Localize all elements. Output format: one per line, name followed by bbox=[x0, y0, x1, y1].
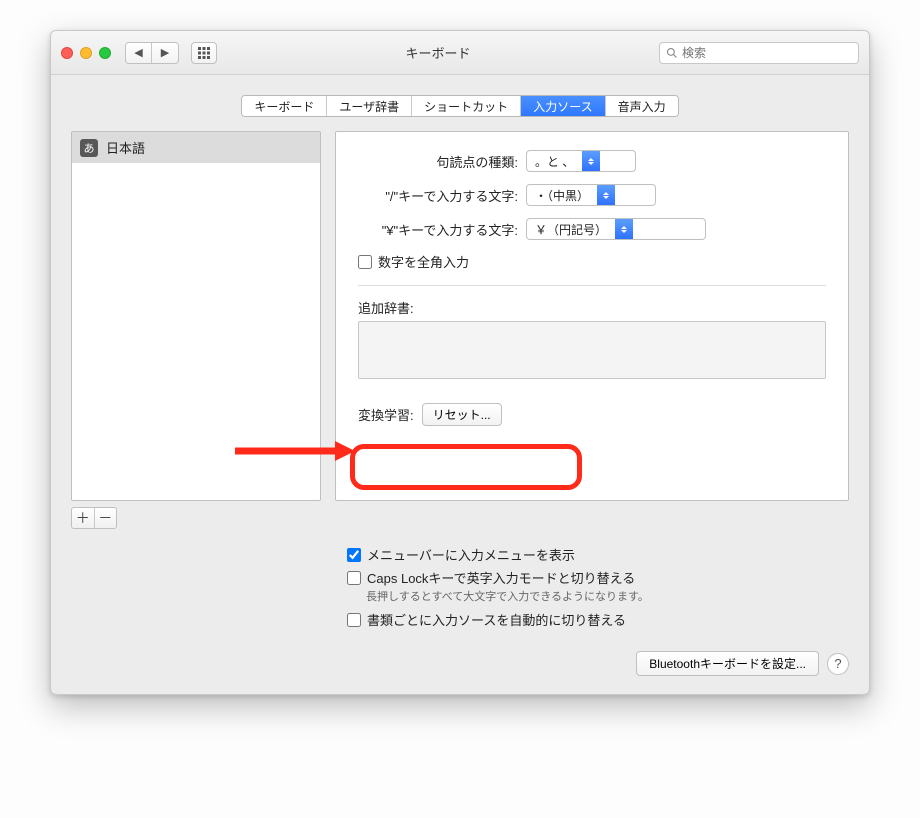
input-source-list[interactable]: あ 日本語 bbox=[71, 131, 321, 501]
sidebar-item-japanese[interactable]: あ 日本語 bbox=[72, 132, 320, 163]
chevron-updown-icon bbox=[615, 219, 633, 239]
settings-pane: 句読点の種類: 。と 、 "/"キーで入力する文字: ・（中黒） "¥"キーで入… bbox=[335, 131, 849, 501]
help-button[interactable]: ? bbox=[827, 653, 849, 675]
traffic-lights bbox=[61, 47, 111, 59]
tab-user-dict[interactable]: ユーザ辞書 bbox=[327, 96, 412, 116]
tab-bar: キーボード ユーザ辞書 ショートカット 入力ソース 音声入力 bbox=[51, 95, 869, 117]
preferences-window: ◀ ▶ キーボード キーボード ユーザ辞書 ショートカット 入力ソース 音声入力… bbox=[50, 30, 870, 695]
nav-segment: ◀ ▶ bbox=[125, 42, 179, 64]
search-field[interactable] bbox=[659, 42, 859, 64]
input-source-sidebar: あ 日本語 ＋ － bbox=[71, 131, 321, 529]
search-input[interactable] bbox=[682, 46, 852, 60]
slash-key-select[interactable]: ・（中黒） bbox=[526, 184, 656, 206]
japanese-icon: あ bbox=[80, 139, 98, 157]
caps-hint: 長押しするとすべて大文字で入力できるようになります。 bbox=[347, 588, 839, 604]
fullwidth-digits-checkbox[interactable]: 数字を全角入力 bbox=[358, 252, 826, 271]
additional-dict-box[interactable] bbox=[358, 321, 826, 379]
forward-button[interactable]: ▶ bbox=[152, 43, 178, 63]
reset-button[interactable]: リセット... bbox=[422, 403, 502, 426]
additional-dict-label: 追加辞書: bbox=[358, 298, 826, 317]
chevron-updown-icon bbox=[582, 151, 600, 171]
punctuation-label: 句読点の種類: bbox=[358, 152, 518, 171]
tab-input-sources[interactable]: 入力ソース bbox=[521, 96, 605, 116]
titlebar: ◀ ▶ キーボード bbox=[51, 31, 869, 75]
zoom-icon[interactable] bbox=[99, 47, 111, 59]
back-button[interactable]: ◀ bbox=[126, 43, 152, 63]
show-all-button[interactable] bbox=[191, 42, 217, 64]
remove-source-button[interactable]: － bbox=[95, 508, 117, 528]
sidebar-item-label: 日本語 bbox=[106, 138, 145, 157]
close-icon[interactable] bbox=[61, 47, 73, 59]
bluetooth-setup-button[interactable]: Bluetoothキーボードを設定... bbox=[636, 651, 819, 676]
show-menu-checkbox[interactable]: メニューバーに入力メニューを表示 bbox=[347, 543, 839, 566]
conversion-learning-label: 変換学習: bbox=[358, 405, 414, 424]
tab-keyboard[interactable]: キーボード bbox=[242, 96, 327, 116]
add-source-button[interactable]: ＋ bbox=[72, 508, 95, 528]
show-menu-input[interactable] bbox=[347, 548, 361, 562]
per-doc-input[interactable] bbox=[347, 613, 361, 627]
window-title: キーボード bbox=[223, 43, 653, 62]
punctuation-select[interactable]: 。と 、 bbox=[526, 150, 636, 172]
footer: Bluetoothキーボードを設定... ? bbox=[51, 639, 869, 694]
chevron-updown-icon bbox=[597, 185, 615, 205]
content-area: あ 日本語 ＋ － 句読点の種類: 。と 、 "/"キーで入力する文字: ・ bbox=[51, 131, 869, 539]
add-remove-segment: ＋ － bbox=[71, 507, 117, 529]
search-icon bbox=[666, 47, 678, 59]
slash-key-label: "/"キーで入力する文字: bbox=[358, 186, 518, 205]
lower-options: メニューバーに入力メニューを表示 Caps Lockキーで英字入力モードと切り替… bbox=[51, 539, 869, 639]
caps-switch-input[interactable] bbox=[347, 571, 361, 585]
tab-dictation[interactable]: 音声入力 bbox=[606, 96, 678, 116]
annotation-callout bbox=[350, 444, 582, 490]
caps-switch-checkbox[interactable]: Caps Lockキーで英字入力モードと切り替える bbox=[347, 566, 839, 589]
fullwidth-digits-input[interactable] bbox=[358, 255, 372, 269]
tab-shortcuts[interactable]: ショートカット bbox=[412, 96, 521, 116]
per-doc-checkbox[interactable]: 書類ごとに入力ソースを自動的に切り替える bbox=[347, 608, 839, 631]
yen-key-label: "¥"キーで入力する文字: bbox=[358, 220, 518, 239]
divider bbox=[358, 285, 826, 286]
yen-key-select[interactable]: ￥（円記号） bbox=[526, 218, 706, 240]
minimize-icon[interactable] bbox=[80, 47, 92, 59]
